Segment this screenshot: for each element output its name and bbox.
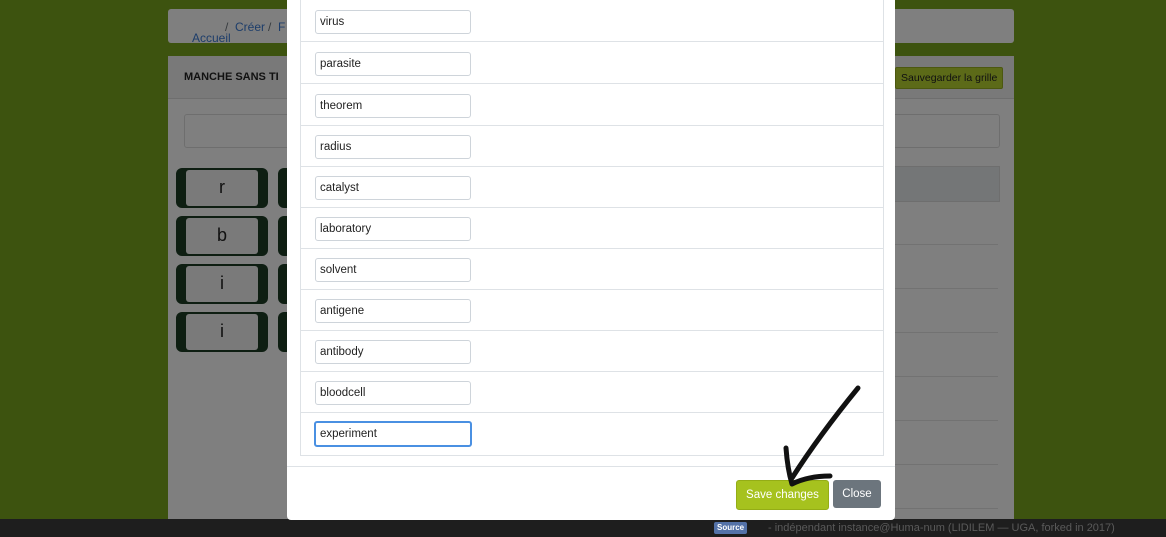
word-input[interactable]: [315, 135, 471, 159]
source-badge[interactable]: Source: [714, 522, 748, 534]
hand-drawn-arrow-icon: [783, 385, 861, 487]
word-input[interactable]: [315, 258, 471, 282]
word-input[interactable]: [315, 381, 471, 405]
word-input[interactable]: [315, 217, 471, 241]
list-item: [301, 84, 883, 126]
list-item: [301, 207, 883, 249]
word-input[interactable]: [315, 94, 471, 118]
word-input[interactable]: [314, 421, 472, 447]
page-footer: Source - indépendant instance@Huma-num (…: [0, 519, 1166, 537]
list-item: [301, 248, 883, 290]
list-item: [301, 166, 883, 208]
word-input[interactable]: [315, 10, 471, 34]
word-input[interactable]: [315, 340, 471, 364]
list-item: [301, 125, 883, 167]
word-input[interactable]: [315, 299, 471, 323]
list-item: [301, 42, 883, 84]
list-item: [301, 289, 883, 331]
list-item: [301, 0, 883, 42]
word-input[interactable]: [315, 52, 471, 76]
footer-text: - indépendant instance@Huma-num (LIDILEM…: [768, 522, 1115, 534]
list-item: [301, 330, 883, 372]
word-input[interactable]: [315, 176, 471, 200]
